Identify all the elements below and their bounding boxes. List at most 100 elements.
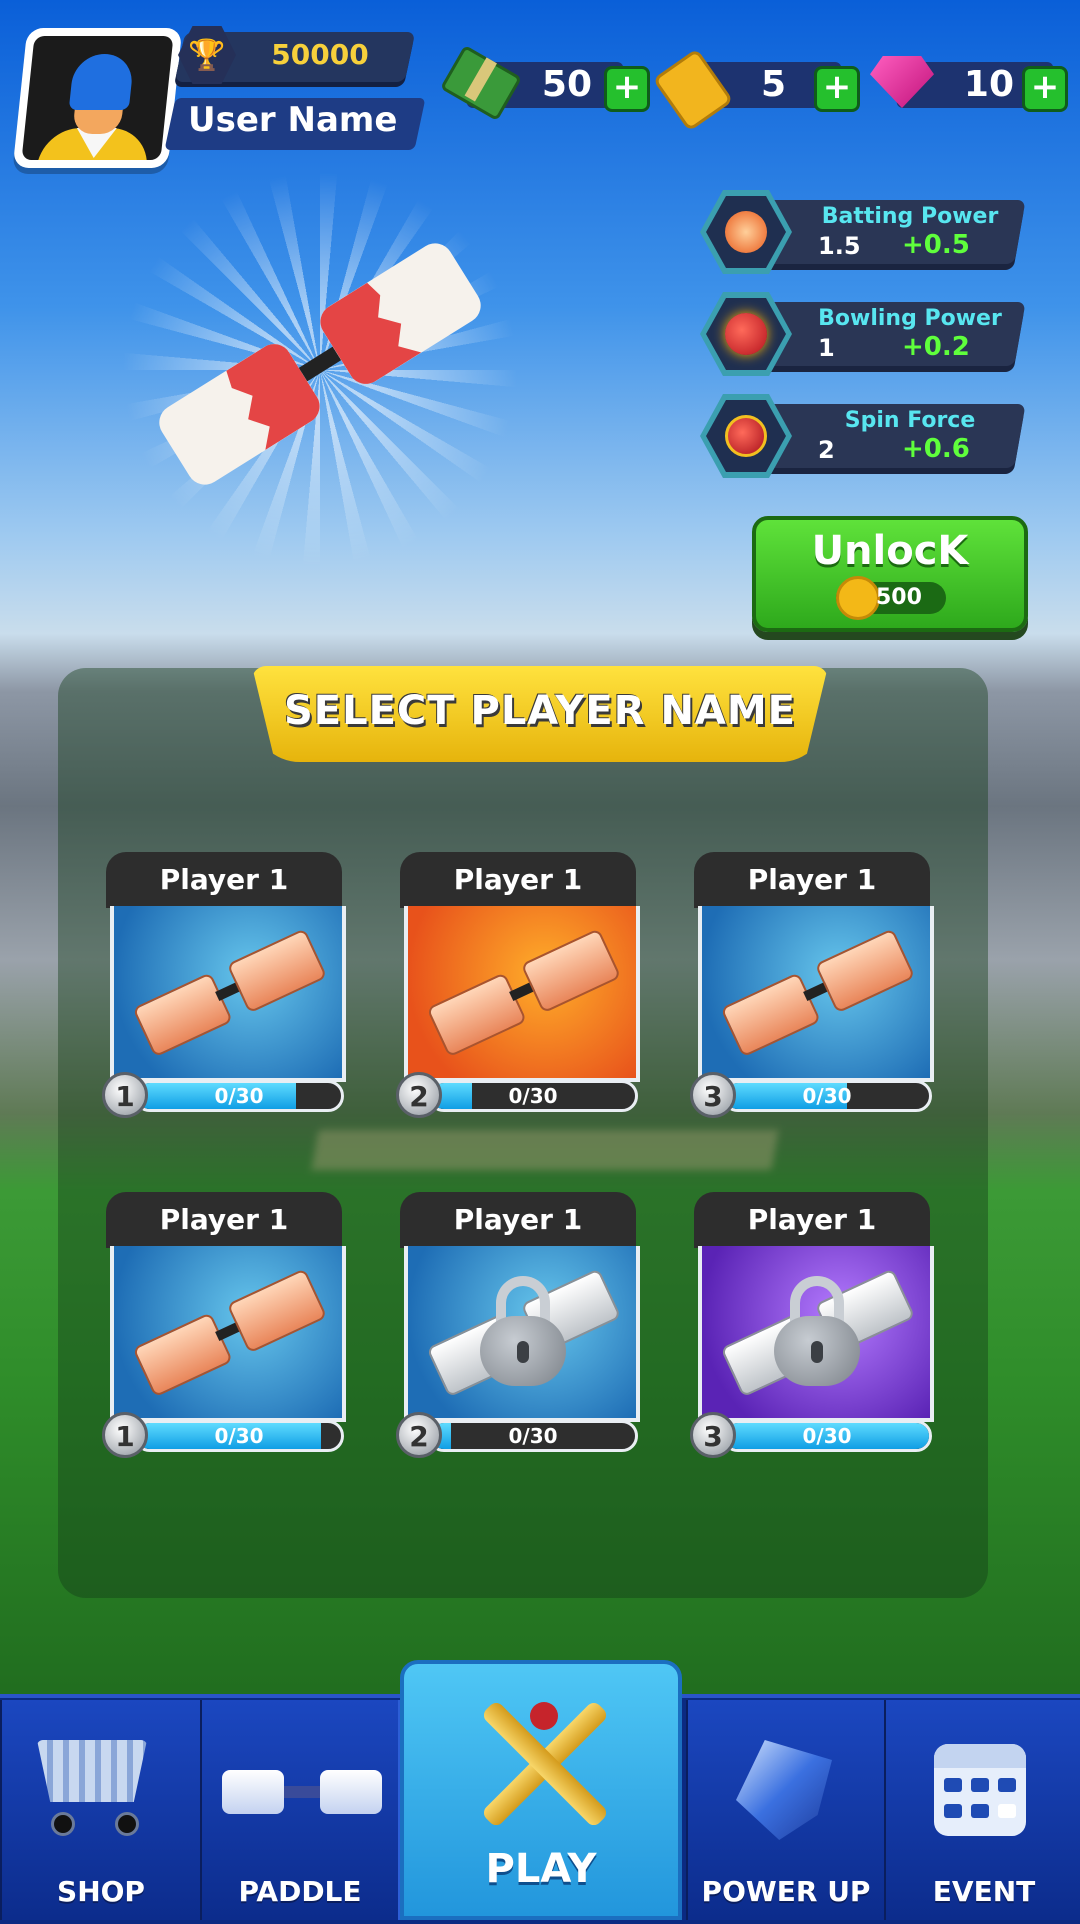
player-card-title: Player 1 (106, 852, 342, 908)
bat-blade (132, 1312, 234, 1398)
calendar-day (944, 1804, 962, 1818)
level-badge: 2 (396, 1412, 442, 1458)
progress-bar: 0/30 (722, 1080, 932, 1112)
paddle-blade (222, 1770, 284, 1814)
progress-text: 0/30 (802, 1424, 852, 1448)
add-gem-button[interactable]: + (1022, 66, 1068, 112)
cart-wheel (51, 1812, 75, 1836)
bat-icon (720, 928, 916, 1058)
player-avatar[interactable] (12, 28, 183, 168)
player-card[interactable]: Player 1 0/30 1 (102, 852, 346, 1118)
ball-shape (530, 1702, 558, 1730)
player-card-title: Player 1 (106, 1192, 342, 1248)
nav-paddle[interactable]: PADDLE (200, 1700, 400, 1920)
paddle-blade (320, 1770, 382, 1814)
level-badge: 2 (396, 1072, 442, 1118)
bat-swing-icon (725, 211, 767, 253)
padlock-part (811, 1341, 823, 1363)
player-card[interactable]: Player 1 0/30 1 (102, 1192, 346, 1458)
stat-label: Bowling Power (818, 306, 1002, 331)
nav-label: PADDLE (238, 1875, 362, 1908)
play-button[interactable]: PLAY (400, 1660, 682, 1920)
add-ticket-button[interactable]: + (814, 66, 860, 112)
nav-event[interactable]: EVENT (884, 1700, 1080, 1920)
user-name: User Name (188, 100, 398, 140)
player-card-title: Player 1 (400, 852, 636, 908)
stat-value: 2 (818, 436, 835, 464)
avatar-helmet (68, 54, 135, 110)
player-select-panel (58, 668, 988, 1598)
bat-blade (132, 972, 234, 1058)
bat-blade (226, 1268, 328, 1354)
bat-blade (226, 928, 328, 1014)
gem-value: 10 (963, 64, 1014, 105)
player-card-art (404, 906, 640, 1082)
progress-bar: 0/30 (428, 1080, 638, 1112)
unlock-button[interactable]: UnlocK 500 (752, 516, 1028, 632)
fire-ball-icon (725, 313, 767, 355)
stat-value: 1.5 (818, 232, 861, 260)
player-card-art (110, 1246, 346, 1422)
stat-bowling-power: Bowling Power 1 +0.2 (700, 292, 1026, 376)
calendar-header (934, 1744, 1026, 1768)
paddle-grip (284, 1786, 320, 1798)
padlock-icon (774, 1276, 860, 1386)
stat-batting-power: Batting Power 1.5 +0.5 (700, 190, 1026, 274)
cart-wheel (115, 1812, 139, 1836)
nav-label: POWER UP (701, 1875, 871, 1908)
level-badge: 3 (690, 1072, 736, 1118)
coin-icon (836, 576, 880, 620)
player-card[interactable]: Player 1 0/30 2 (396, 852, 640, 1118)
stat-bonus: +0.6 (902, 434, 970, 464)
nav-shop[interactable]: SHOP (0, 1700, 202, 1920)
bat-blade (426, 972, 528, 1058)
nav-label: EVENT (932, 1875, 1036, 1908)
paddle-icon (222, 1770, 382, 1814)
unlock-cost: 500 (876, 585, 922, 610)
player-card-art (404, 1246, 640, 1422)
add-cash-button[interactable]: + (604, 66, 650, 112)
level-badge: 1 (102, 1072, 148, 1118)
calendar-day (998, 1778, 1016, 1792)
ticket-value: 5 (760, 64, 786, 105)
player-card-title: Player 1 (400, 1192, 636, 1248)
player-card[interactable]: Player 1 0/30 3 (690, 1192, 934, 1458)
nav-label: SHOP (57, 1875, 145, 1908)
player-card[interactable]: Player 1 0/30 2 (396, 1192, 640, 1458)
stat-bonus: +0.2 (902, 332, 970, 362)
bat-blade (720, 972, 822, 1058)
crystal-icon (736, 1740, 832, 1840)
player-card-art (110, 906, 346, 1082)
bat-icon (132, 928, 328, 1058)
cash-value: 50 (541, 64, 592, 105)
nav-power-up[interactable]: POWER UP (686, 1700, 886, 1920)
crossed-bats-icon (454, 1684, 634, 1844)
player-card-title: Player 1 (694, 852, 930, 908)
progress-bar: 0/30 (134, 1080, 344, 1112)
calendar-day (998, 1804, 1016, 1818)
player-card-title: Player 1 (694, 1192, 930, 1248)
stat-bonus: +0.5 (902, 230, 970, 260)
padlock-icon (480, 1276, 566, 1386)
stat-label: Batting Power (821, 204, 999, 229)
progress-bar: 0/30 (134, 1420, 344, 1452)
spin-ball-icon (725, 415, 767, 457)
level-badge: 1 (102, 1412, 148, 1458)
progress-text: 0/30 (214, 1424, 264, 1448)
player-card[interactable]: Player 1 0/30 3 (690, 852, 934, 1118)
stat-spin-force: Spin Force 2 +0.6 (700, 394, 1026, 478)
bat-icon (426, 928, 622, 1058)
stat-label: Spin Force (844, 408, 976, 433)
calendar-icon (934, 1744, 1026, 1836)
progress-text: 0/30 (508, 1424, 558, 1448)
bat-icon (132, 1268, 328, 1398)
calendar-day (971, 1778, 989, 1792)
bat-handle (298, 346, 342, 382)
progress-bar: 0/30 (722, 1420, 932, 1452)
play-label: PLAY (485, 1846, 597, 1892)
progress-text: 0/30 (214, 1084, 264, 1108)
player-card-art (698, 906, 934, 1082)
select-player-title: SELECT PLAYER NAME (283, 688, 797, 734)
progress-bar: 0/30 (428, 1420, 638, 1452)
avatar-portrait (21, 36, 174, 160)
